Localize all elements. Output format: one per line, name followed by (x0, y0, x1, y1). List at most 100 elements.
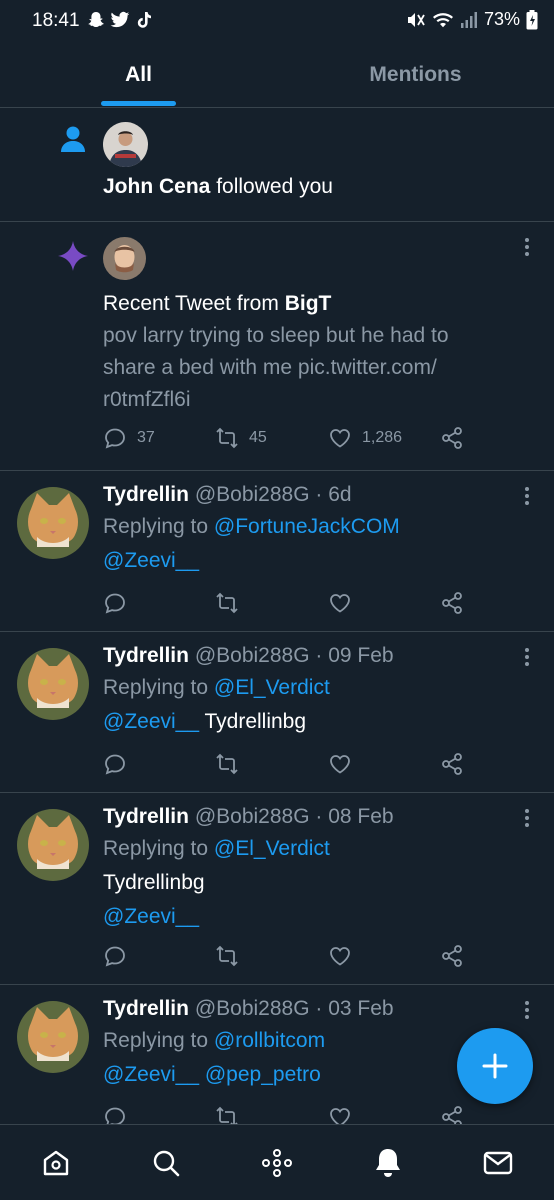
replying-to: Replying to @El_Verdict (103, 676, 330, 699)
replying-to: Replying to @FortuneJackCOM (103, 515, 400, 538)
avatar[interactable] (17, 1001, 89, 1073)
share-button[interactable] (440, 426, 464, 450)
like-icon (330, 755, 350, 774)
retweet-button[interactable] (215, 944, 239, 968)
retweet-button[interactable] (215, 752, 239, 776)
like-button[interactable] (328, 1105, 352, 1124)
active-tab-indicator (101, 101, 176, 106)
like-icon (330, 1108, 350, 1124)
avatar[interactable] (17, 809, 89, 881)
like-count: 1,286 (362, 429, 403, 446)
more-icon[interactable] (522, 238, 532, 260)
tweet-text-line: @Zeevi__ Tydrellinbg (103, 710, 307, 733)
reply-icon (105, 754, 125, 775)
author-handle: @Bobi288G (194, 997, 310, 1020)
tweet-actions (103, 1105, 473, 1124)
reply-notification[interactable]: Tydrellin @Bobi288G · 09 Feb Replying to… (0, 632, 554, 793)
mention-link[interactable]: @Zeevi__ (103, 710, 199, 733)
mention-link[interactable]: @Zeevi__ (103, 549, 199, 572)
like-button[interactable] (328, 752, 352, 776)
mention-link[interactable]: @rollbitcom (214, 1029, 325, 1052)
reply-header: Tydrellin @Bobi288G · 09 Feb (103, 644, 394, 668)
mention-link[interactable]: @pep_petro (199, 1063, 321, 1086)
nav-spaces[interactable] (259, 1145, 295, 1181)
mention-link[interactable]: @Zeevi__ (103, 905, 199, 929)
share-icon (442, 945, 462, 967)
nav-search[interactable] (148, 1145, 184, 1181)
share-button[interactable] (440, 752, 464, 776)
avatar[interactable] (103, 237, 146, 280)
share-button[interactable] (440, 1105, 464, 1124)
share-button[interactable] (440, 591, 464, 615)
author-name[interactable]: Tydrellin (103, 483, 189, 506)
share-button[interactable] (440, 944, 464, 968)
retweet-button[interactable]: 45 (215, 426, 267, 450)
retweet-icon (216, 427, 238, 449)
wifi-icon (432, 12, 453, 27)
replying-to: Replying to @rollbitcom (103, 1029, 326, 1052)
author-name[interactable]: BigT (285, 292, 332, 315)
battery-icon (526, 9, 538, 29)
reply-notification[interactable]: Tydrellin @Bobi288G · 08 Feb Replying to… (0, 793, 554, 985)
retweet-button[interactable] (215, 591, 239, 615)
mention-link[interactable]: @El_Verdict (214, 837, 330, 860)
reply-icon (105, 946, 125, 967)
tweet-text-line: pov larry trying to sleep but he had to (103, 324, 449, 347)
like-icon (330, 594, 350, 613)
like-button[interactable] (328, 591, 352, 615)
person-icon (61, 126, 85, 152)
retweet-button[interactable] (215, 1105, 239, 1124)
reply-icon (105, 1107, 125, 1124)
reply-button[interactable] (103, 1105, 127, 1124)
tweet-text-line: Tydrellinbg (103, 871, 205, 894)
status-time: 18:41 (32, 10, 80, 31)
author-name[interactable]: Tydrellin (103, 644, 189, 667)
author-name[interactable]: Tydrellin (103, 805, 189, 828)
more-icon[interactable] (522, 648, 532, 670)
like-button[interactable]: 1,286 (328, 426, 402, 450)
retweet-icon (216, 1106, 238, 1124)
tweet-text-line: r0tmfZfl6i (103, 388, 191, 411)
tweet-time: · 6d (309, 483, 352, 506)
reply-notification[interactable]: Tydrellin @Bobi288G · 6d Replying to @Fo… (0, 471, 554, 632)
tweet-text-line: @Zeevi__ (103, 549, 199, 573)
retweet-count: 45 (249, 429, 267, 446)
share-icon (442, 753, 462, 775)
reply-header: Tydrellin @Bobi288G · 6d (103, 483, 352, 507)
replying-to: Replying to @El_Verdict (103, 837, 330, 860)
follow-text: John Cena followed you (103, 175, 333, 199)
reply-header: Tydrellin @Bobi288G · 08 Feb (103, 805, 394, 829)
recent-tweet-notification[interactable]: Recent Tweet from BigT pov larry trying … (0, 222, 554, 471)
more-icon[interactable] (522, 1001, 532, 1023)
tweet-text-line: @Zeevi__ @pep_petro (103, 1063, 321, 1087)
compose-button[interactable] (457, 1028, 533, 1104)
like-icon (330, 947, 350, 966)
like-button[interactable] (328, 944, 352, 968)
follow-notification[interactable]: John Cena followed you (0, 109, 554, 222)
avatar[interactable] (103, 122, 148, 167)
avatar[interactable] (17, 487, 89, 559)
tweet-time: · 09 Feb (309, 644, 394, 667)
reply-icon (105, 593, 125, 614)
author-handle: @Bobi288G (194, 805, 310, 828)
mention-link[interactable]: @El_Verdict (214, 676, 330, 699)
reply-button[interactable] (103, 591, 127, 615)
nav-home[interactable] (38, 1145, 74, 1181)
more-icon[interactable] (522, 809, 532, 831)
tab-all[interactable]: All (0, 44, 277, 108)
tweet-actions (103, 944, 473, 972)
reply-button[interactable] (103, 752, 127, 776)
mention-link[interactable]: @FortuneJackCOM (214, 515, 400, 538)
mention-link[interactable]: @Zeevi__ (103, 1063, 199, 1086)
reply-button[interactable] (103, 944, 127, 968)
notifications-icon (376, 1149, 400, 1177)
nav-messages[interactable] (480, 1145, 516, 1181)
author-name[interactable]: Tydrellin (103, 997, 189, 1020)
follower-name[interactable]: John Cena (103, 175, 210, 198)
more-icon[interactable] (522, 487, 532, 509)
reply-button[interactable]: 37 (103, 426, 155, 450)
nav-notifications[interactable] (370, 1145, 406, 1181)
tab-mentions[interactable]: Mentions (277, 44, 554, 108)
avatar[interactable] (17, 648, 89, 720)
retweet-icon (216, 592, 238, 614)
